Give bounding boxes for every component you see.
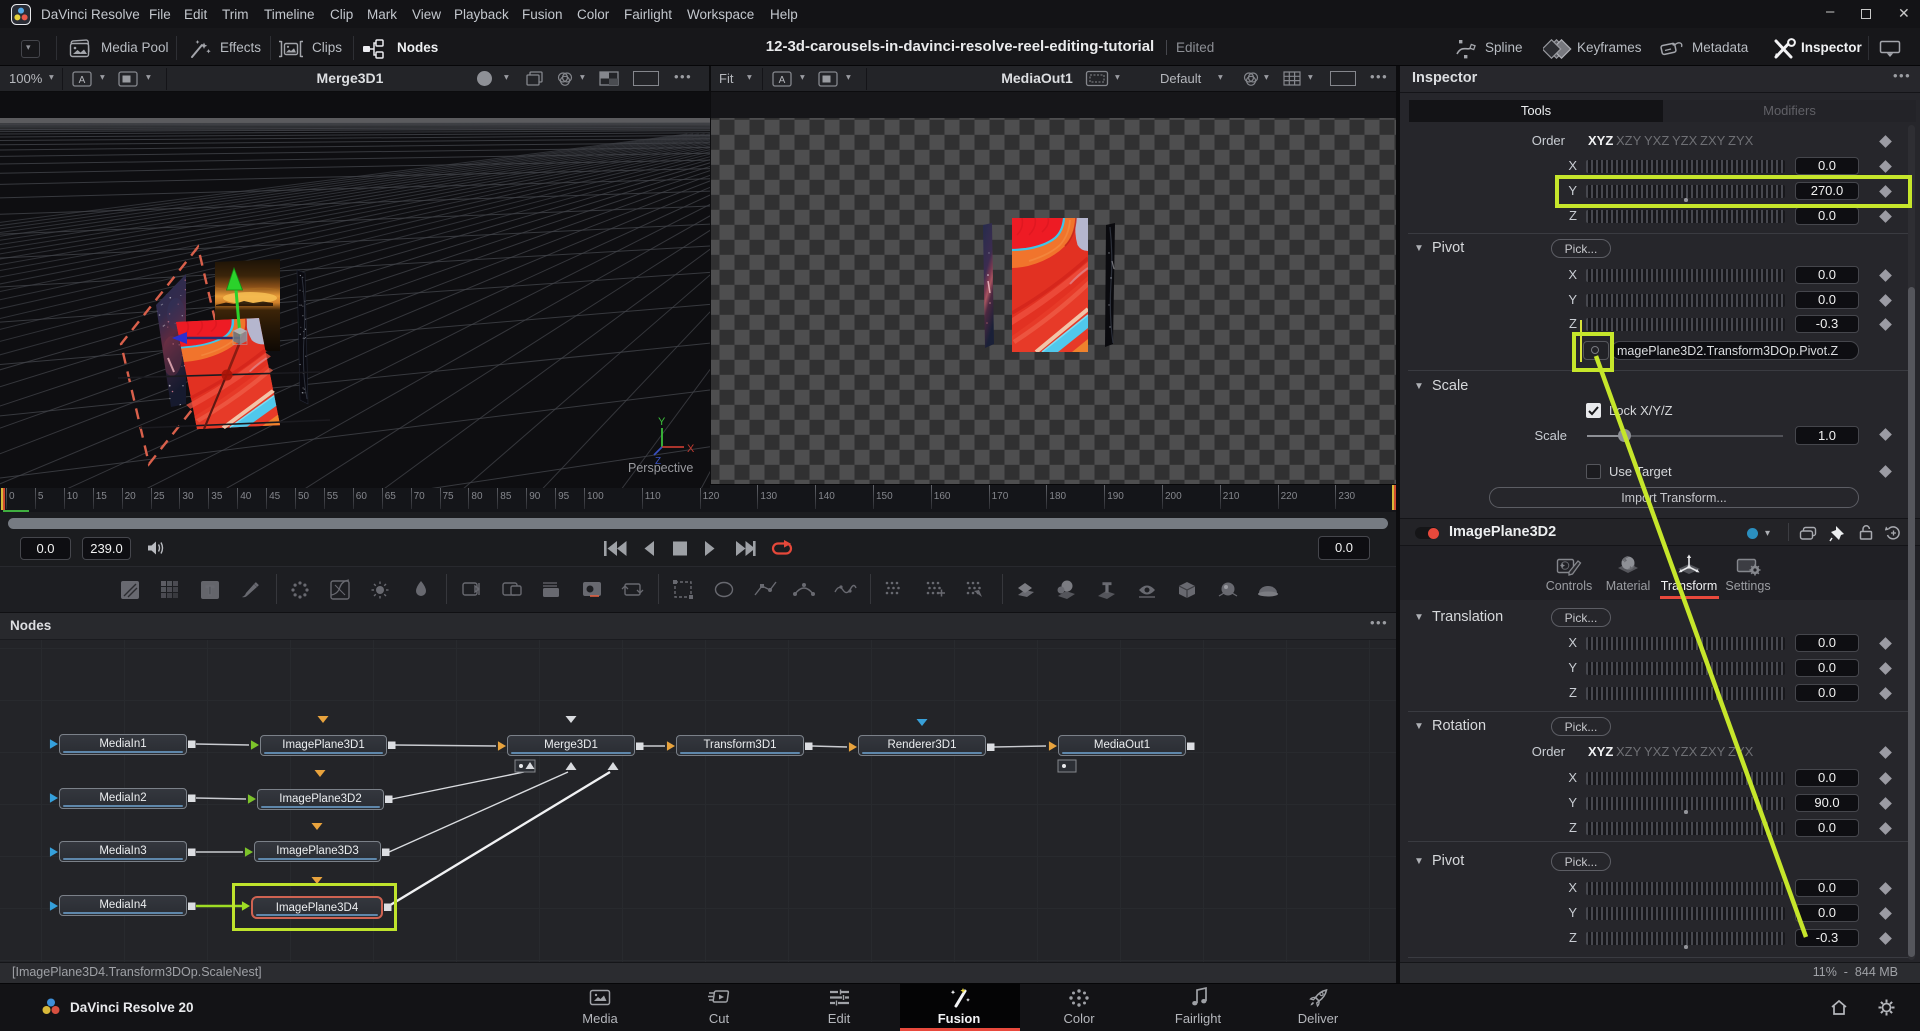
- svg-text:Perspective: Perspective: [628, 461, 693, 475]
- svg-text:T: T: [206, 583, 214, 598]
- svg-text:A: A: [79, 75, 86, 86]
- svg-text:A: A: [779, 75, 786, 86]
- svg-text:X: X: [687, 443, 695, 455]
- svg-text:Y: Y: [658, 416, 666, 428]
- svg-text:T: T: [1103, 580, 1111, 595]
